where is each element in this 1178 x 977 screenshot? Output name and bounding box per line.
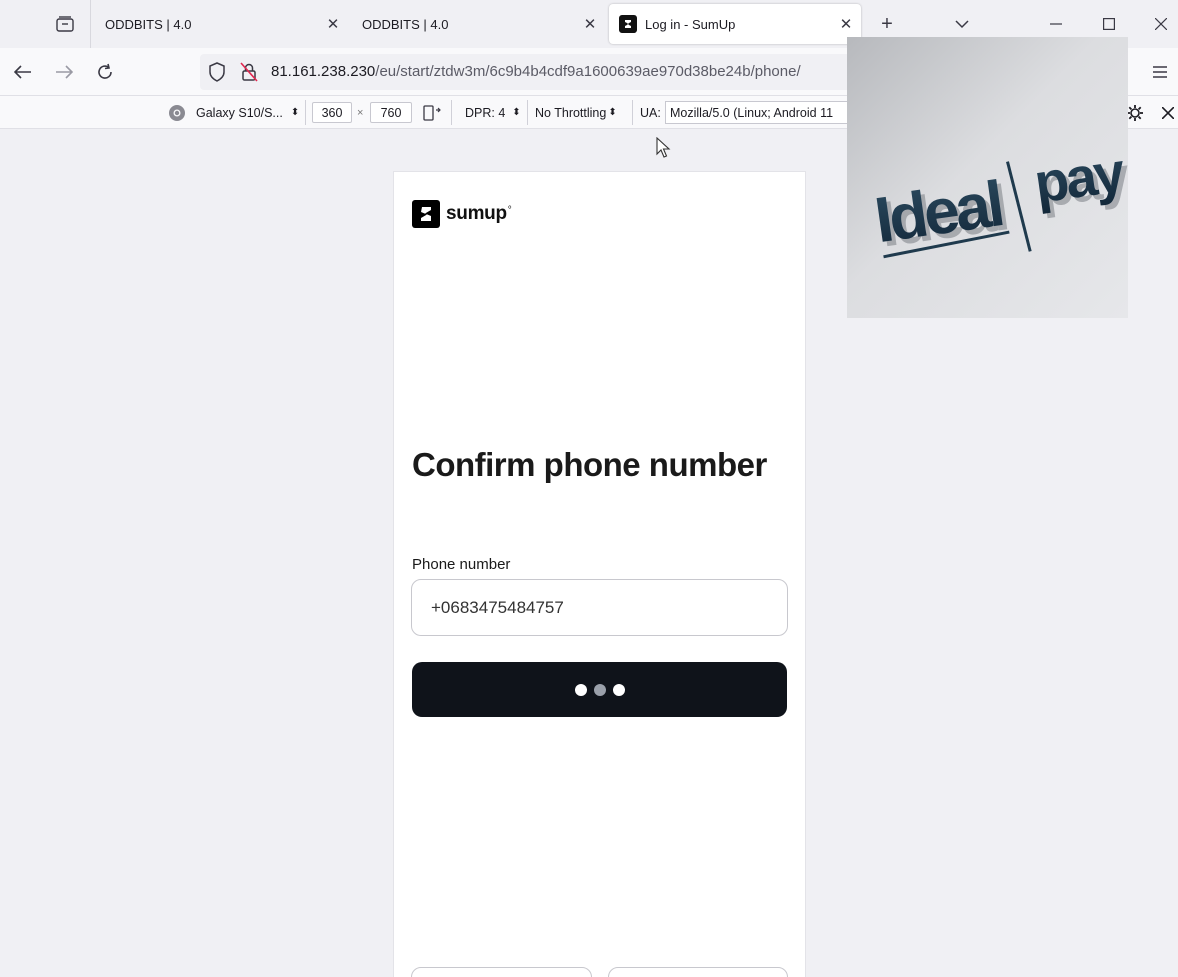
viewport-width-input[interactable]: 360 (312, 102, 352, 123)
phone-number-label: Phone number (412, 556, 511, 573)
new-tab-button[interactable]: + (872, 10, 902, 38)
close-icon (1155, 18, 1167, 30)
back-button[interactable] (9, 58, 37, 86)
url-text[interactable]: 81.161.238.230/eu/start/ztdw3m/6c9b4b4cd… (271, 63, 801, 80)
rdm-settings-button[interactable] (1126, 96, 1144, 129)
minimize-icon (1050, 23, 1062, 25)
sumup-favicon-icon (619, 15, 637, 33)
tab-close-icon[interactable]: ✕ (837, 15, 855, 33)
loading-dot-icon (574, 683, 587, 696)
window-close-button[interactable] (1146, 10, 1176, 38)
arrow-right-icon (56, 65, 73, 79)
firefox-view-icon (56, 16, 74, 32)
phone-number-input[interactable] (411, 579, 788, 636)
secondary-button-left[interactable] (411, 967, 592, 977)
brand-name: sumup (446, 203, 507, 224)
continue-button-loading[interactable] (412, 662, 787, 717)
firefox-view-button[interactable] (48, 8, 82, 40)
dpr-value: DPR: 4 (465, 105, 506, 120)
tab-title: Log in - SumUp (645, 16, 736, 32)
brand-registered-mark: ° (507, 204, 512, 216)
app-menu-button[interactable] (1146, 58, 1174, 86)
mouse-cursor-icon (656, 137, 671, 158)
chrome-browser-icon (169, 104, 185, 121)
toolbar-separator (632, 100, 633, 125)
user-agent-label: UA: (640, 105, 661, 120)
forward-button[interactable] (50, 58, 78, 86)
secondary-button-right[interactable] (608, 967, 788, 977)
url-path: /eu/start/ztdw3m/6c9b4b4cdf9a1600639ae97… (375, 63, 801, 80)
tab-oddbits-2[interactable]: ODDBITS | 4.0 ✕ (349, 4, 605, 44)
sumup-logo: sumup ° (412, 200, 512, 228)
maximize-icon (1103, 18, 1115, 30)
plus-icon: + (881, 12, 893, 35)
tab-oddbits-1[interactable]: ODDBITS | 4.0 ✕ (92, 4, 348, 44)
chevron-down-icon (955, 19, 969, 28)
toolbar-separator (305, 100, 306, 125)
tab-sumup-login[interactable]: Log in - SumUp ✕ (609, 4, 861, 44)
loading-dot-icon (593, 683, 606, 696)
rotate-viewport-button[interactable] (422, 96, 442, 129)
arrow-left-icon (14, 65, 31, 79)
tab-separator (90, 0, 91, 48)
url-host: 81.161.238.230 (271, 63, 376, 80)
overlay-text-pay: pay (1030, 140, 1128, 215)
toolbar-separator (527, 100, 528, 125)
idealpay-overlay-image: Ideal Ideal pay pay (847, 37, 1128, 318)
dropdown-arrows-icon: ⬍ (290, 107, 300, 118)
dpr-selector[interactable]: DPR: 4 ⬍ (465, 96, 521, 129)
tab-close-icon[interactable]: ✕ (324, 15, 342, 33)
reload-icon (98, 63, 112, 79)
list-all-tabs-button[interactable] (947, 10, 977, 38)
device-selector[interactable]: Galaxy S10/S... ⬍ (168, 96, 299, 129)
tracking-protection-shield-icon[interactable] (208, 62, 226, 87)
close-icon (1162, 106, 1174, 119)
insecure-lock-icon[interactable] (240, 62, 258, 87)
tab-title: ODDBITS | 4.0 (105, 16, 192, 32)
network-throttling-selector[interactable]: No Throttling ⬍ (535, 96, 617, 129)
gear-icon (1127, 104, 1143, 121)
device-frame: sumup ° Confirm phone number Phone numbe… (393, 171, 806, 977)
rotate-device-icon (423, 104, 441, 121)
dropdown-arrows-icon: ⬍ (512, 107, 521, 118)
sumup-logo-mark-icon (412, 200, 440, 228)
toolbar-separator (451, 100, 452, 125)
device-name: Galaxy S10/S... (196, 105, 283, 120)
reload-button[interactable] (91, 58, 119, 86)
page-title: Confirm phone number (412, 446, 767, 483)
maximize-button[interactable] (1094, 10, 1124, 38)
loading-dot-icon (612, 683, 625, 696)
throttling-value: No Throttling (535, 105, 607, 120)
hamburger-menu-icon (1153, 66, 1167, 78)
user-agent-input[interactable]: Mozilla/5.0 (Linux; Android 11 (665, 101, 855, 124)
tab-close-icon[interactable]: ✕ (581, 15, 599, 33)
dimension-times-sign: × (357, 106, 364, 119)
close-rdm-button[interactable] (1162, 96, 1174, 129)
viewport-height-input[interactable]: 760 (370, 102, 412, 123)
tab-title: ODDBITS | 4.0 (362, 16, 449, 32)
minimize-button[interactable] (1041, 10, 1071, 38)
dropdown-arrows-icon: ⬍ (608, 107, 617, 118)
